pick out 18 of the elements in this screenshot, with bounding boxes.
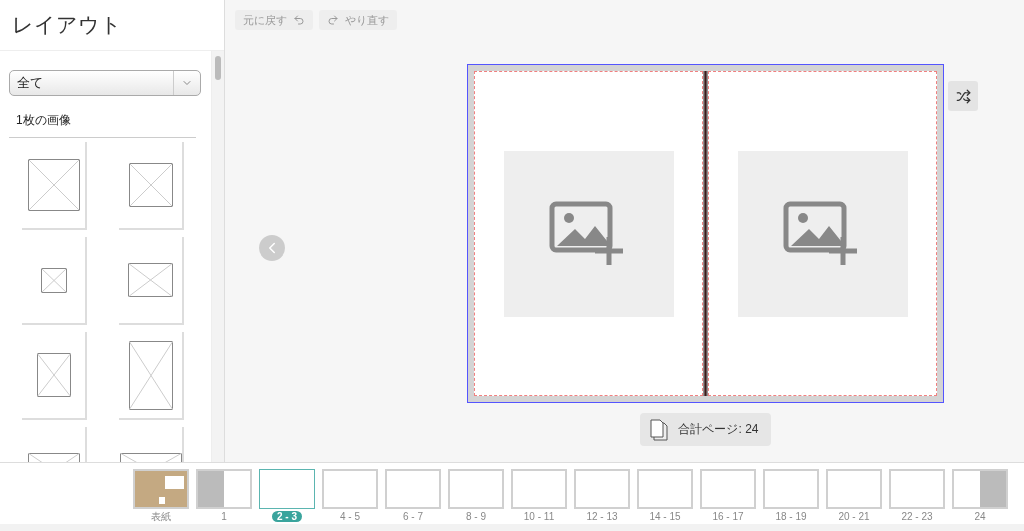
- page-count-text: 合計ページ: 24: [678, 421, 759, 438]
- page-label: 20 - 21: [837, 511, 871, 522]
- page-label: 8 - 9: [465, 511, 487, 522]
- page-label: 表紙: [150, 511, 172, 522]
- page-label: 22 - 23: [900, 511, 934, 522]
- page-label: 2 - 3: [272, 511, 302, 522]
- page-label: 18 - 19: [774, 511, 808, 522]
- page-label: 6 - 7: [402, 511, 424, 522]
- page-label: 10 - 11: [522, 511, 556, 522]
- page-label: 4 - 5: [339, 511, 361, 522]
- page-label: 1: [220, 511, 228, 522]
- page-label: 12 - 13: [585, 511, 619, 522]
- page-label: 24: [973, 511, 987, 522]
- filter-dropdown[interactable]: 全て: [9, 70, 201, 96]
- panel-title: レイアウト: [0, 0, 224, 51]
- section-heading: 1枚の画像: [9, 96, 196, 138]
- page-label: 16 - 17: [711, 511, 745, 522]
- page-label: 14 - 15: [648, 511, 682, 522]
